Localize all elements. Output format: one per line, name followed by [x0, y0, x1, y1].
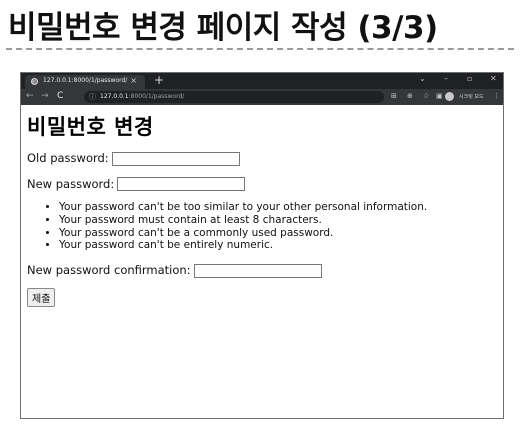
help-item: Your password can't be a commonly used p… — [59, 227, 497, 240]
page-heading: 비밀번호 변경 — [27, 115, 154, 139]
tab-bar: ◍ 127.0.0.1:8000/1/password/ × + ⌄ – ▫ ✕ — [21, 73, 503, 89]
incognito-icon[interactable] — [445, 92, 454, 101]
window-close-icon[interactable]: ✕ — [490, 74, 497, 83]
submit-button[interactable]: 제출 — [27, 287, 56, 307]
tab-close-icon[interactable]: × — [130, 76, 137, 85]
maximize-icon[interactable]: ▫ — [467, 74, 472, 83]
minimize-icon[interactable]: – — [444, 74, 448, 83]
help-item: Your password can't be too similar to yo… — [59, 201, 497, 214]
confirm-password-input[interactable] — [193, 263, 322, 278]
star-icon[interactable]: ☆ — [423, 92, 429, 100]
new-tab-button[interactable]: + — [154, 73, 164, 87]
menu-icon[interactable]: ⋮ — [493, 92, 500, 100]
new-password-label: New password: — [27, 176, 115, 191]
browser-toolbar: ← → C ⓘ 127.0.0.1:8000/1/password/ ⊞ ⊕ ☆… — [21, 89, 503, 105]
address-url[interactable]: 127.0.0.1:8000/1/password/ — [100, 93, 184, 100]
sidepanel-icon[interactable]: ▣ — [436, 92, 443, 100]
address-path: :8000/1/password/ — [128, 93, 185, 100]
tab-title: 127.0.0.1:8000/1/password/ — [43, 77, 128, 84]
reload-icon[interactable]: C — [57, 91, 63, 101]
help-item: Your password can't be entirely numeric. — [59, 239, 497, 252]
old-password-label: Old password: — [27, 151, 109, 165]
forward-icon[interactable]: → — [41, 91, 49, 101]
title-divider — [6, 48, 514, 50]
new-password-input[interactable] — [117, 177, 246, 191]
address-bar[interactable]: ⓘ 127.0.0.1:8000/1/password/ — [84, 91, 384, 103]
profile-name[interactable]: 시크릿 모드 — [459, 93, 484, 100]
address-host: 127.0.0.1 — [100, 93, 129, 100]
confirm-password-row: New password confirmation: — [27, 263, 497, 278]
old-password-row: Old password: — [27, 151, 497, 166]
globe-icon: ◍ — [31, 78, 38, 85]
info-icon[interactable]: ⓘ — [89, 92, 96, 102]
slide-title: 비밀번호 변경 페이지 작성 (3/3) — [8, 10, 438, 46]
page-content: 비밀번호 변경 Old password: New password: Your… — [21, 105, 503, 307]
submit-row: 제출 — [27, 287, 497, 307]
browser-tab[interactable]: ◍ 127.0.0.1:8000/1/password/ × — [25, 75, 145, 89]
new-password-row: New password: — [27, 176, 497, 191]
confirm-password-label: New password confirmation: — [27, 263, 191, 278]
browser-window: ◍ 127.0.0.1:8000/1/password/ × + ⌄ – ▫ ✕… — [20, 72, 504, 419]
back-icon[interactable]: ← — [26, 91, 34, 101]
old-password-input[interactable] — [111, 151, 240, 166]
zoom-icon[interactable]: ⊕ — [407, 92, 413, 100]
translate-icon[interactable]: ⊞ — [391, 92, 397, 100]
password-help-list: Your password can't be too similar to yo… — [27, 201, 497, 252]
help-item: Your password must contain at least 8 ch… — [59, 214, 497, 227]
tab-search-icon[interactable]: ⌄ — [419, 74, 426, 83]
